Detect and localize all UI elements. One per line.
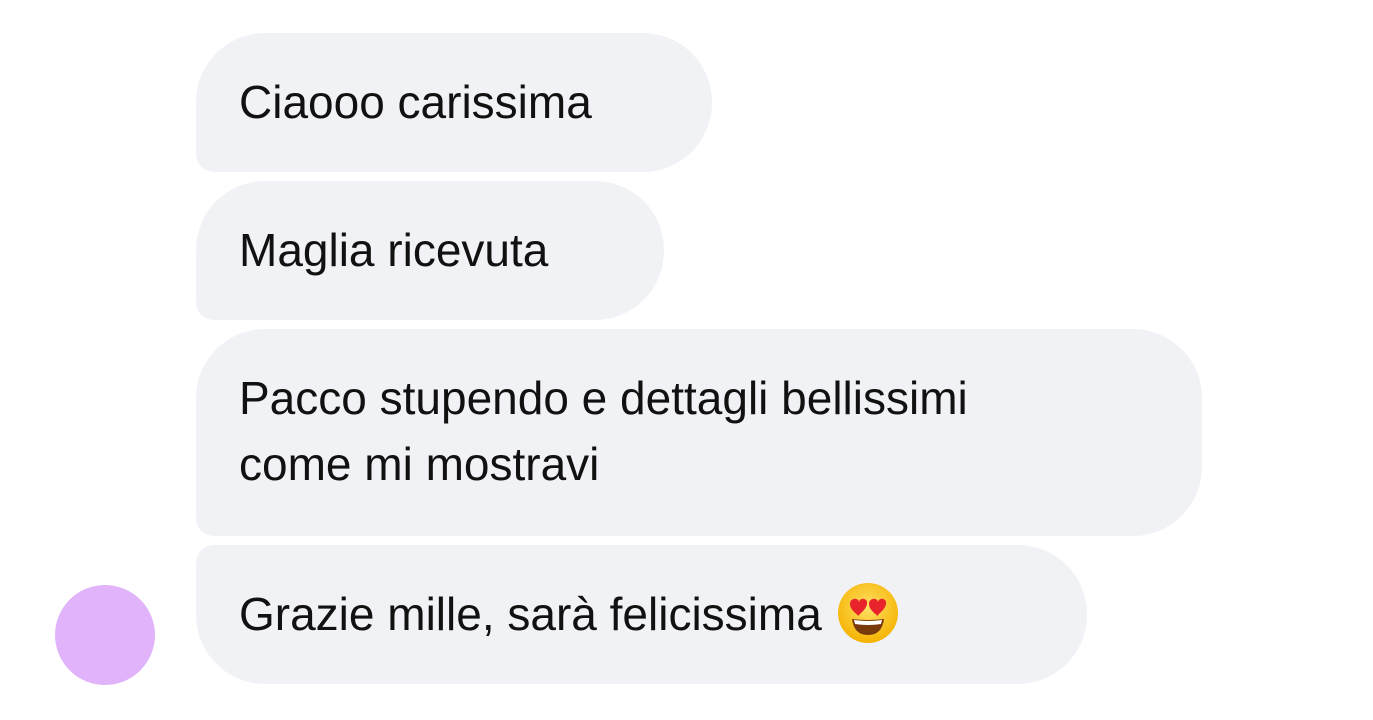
message-bubble[interactable]: Grazie mille, sarà felicissima bbox=[196, 545, 1087, 684]
heart-eyes-emoji-icon bbox=[837, 582, 898, 643]
message-text: Maglia ricevuta bbox=[239, 224, 549, 276]
message-text: come mi mostravi bbox=[239, 438, 600, 490]
message-text: Grazie mille, sarà felicissima bbox=[239, 588, 822, 640]
avatar[interactable] bbox=[55, 585, 155, 685]
message-text: Pacco stupendo e dettagli bellissimi bbox=[239, 372, 968, 424]
message-bubble[interactable]: Ciaooo carissima bbox=[196, 33, 712, 172]
message-bubble[interactable]: Pacco stupendo e dettagli bellissimi com… bbox=[196, 329, 1202, 536]
message-bubble[interactable]: Maglia ricevuta bbox=[196, 181, 664, 320]
chat-thread: Ciaooo carissima Maglia ricevuta Pacco s… bbox=[0, 0, 1373, 720]
message-text: Ciaooo carissima bbox=[239, 76, 592, 128]
